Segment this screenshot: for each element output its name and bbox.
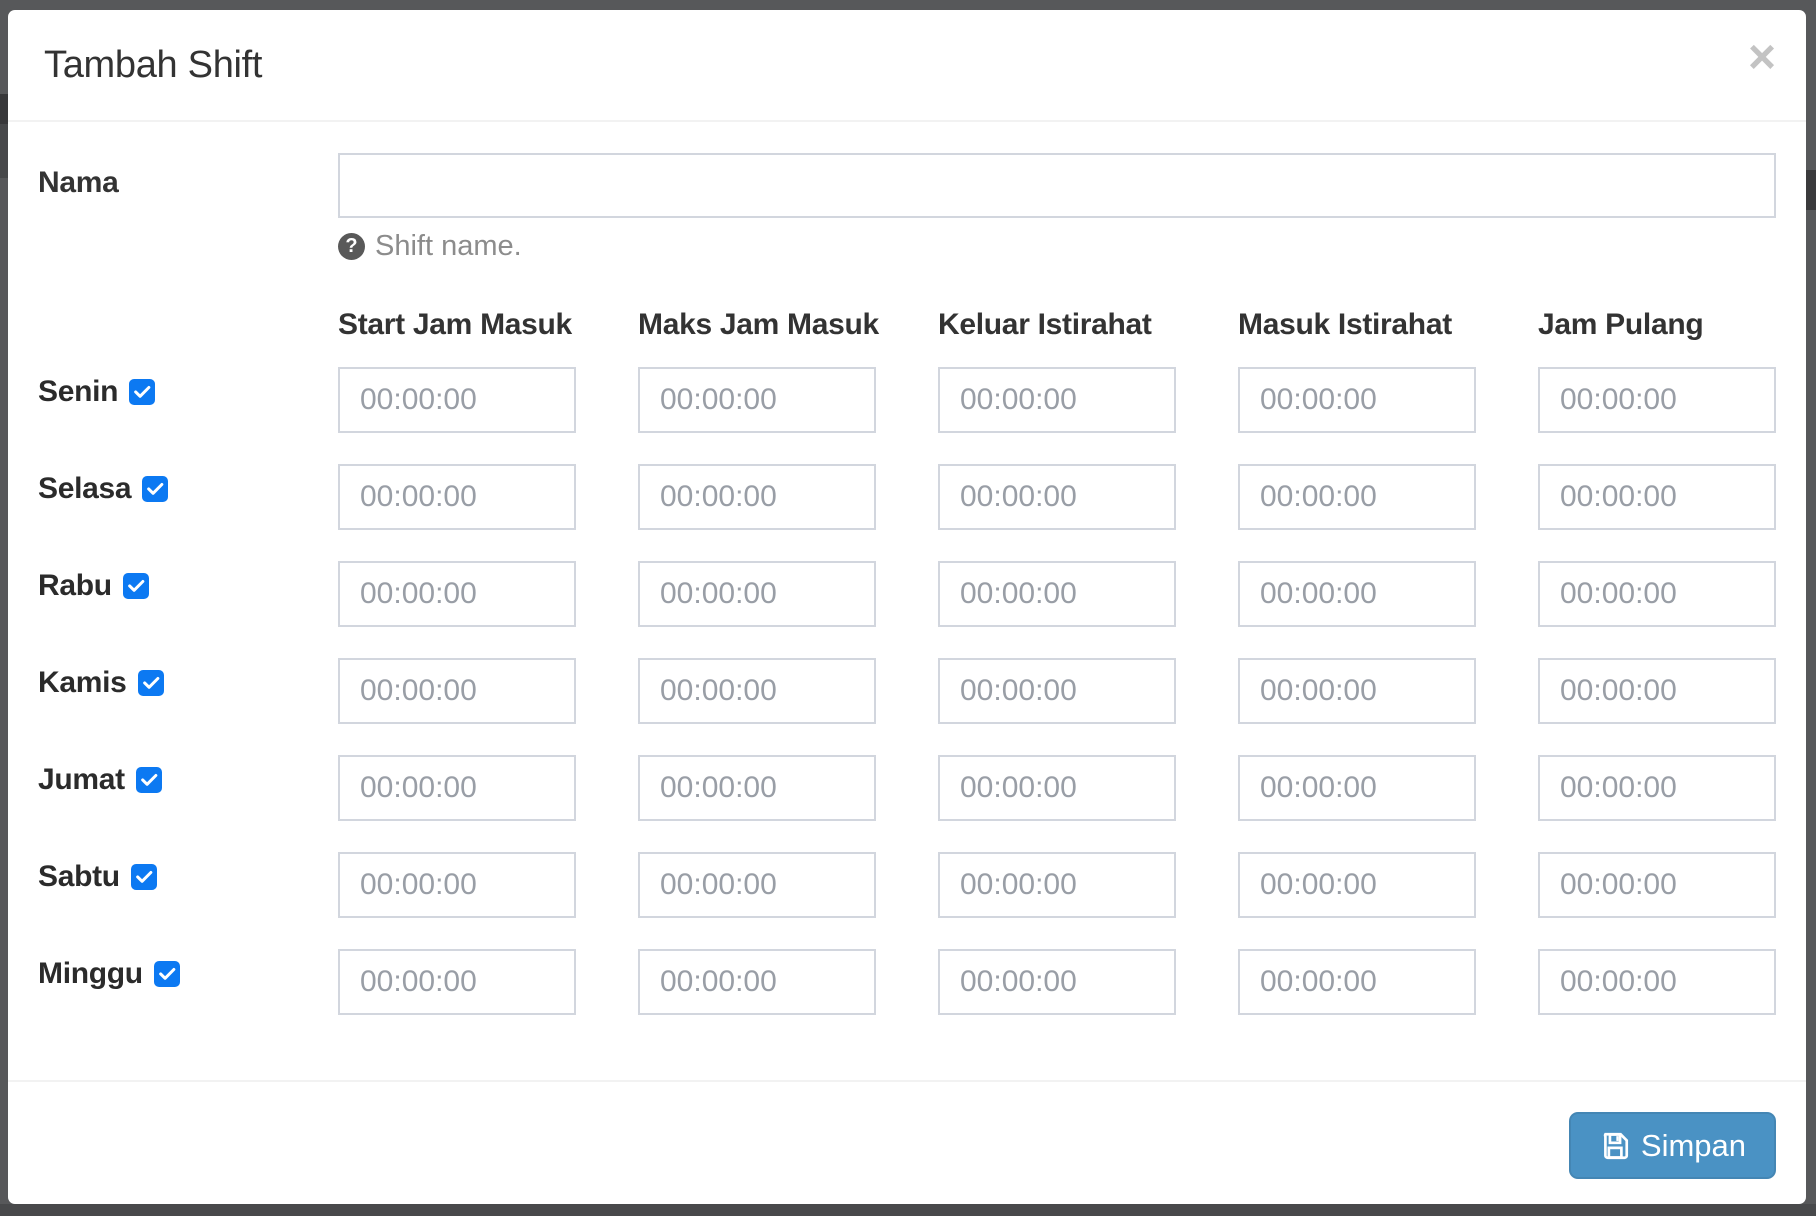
modal-footer: Simpan: [8, 1080, 1806, 1209]
time-input[interactable]: [1538, 658, 1776, 724]
day-label: Sabtu: [38, 860, 120, 894]
day-checkbox[interactable]: [142, 476, 168, 502]
check-icon: [157, 964, 177, 984]
check-icon: [126, 576, 146, 596]
time-input[interactable]: [638, 755, 876, 821]
time-input[interactable]: [338, 464, 576, 530]
day-checkbox[interactable]: [136, 767, 162, 793]
name-form-row: Nama ? Shift name.: [38, 153, 1776, 263]
nama-field-wrap: ? Shift name.: [338, 153, 1776, 263]
time-input[interactable]: [338, 852, 576, 918]
time-input[interactable]: [338, 561, 576, 627]
nama-label: Nama: [38, 153, 338, 263]
floppy-disk-icon: [1599, 1130, 1631, 1162]
time-input[interactable]: [938, 561, 1176, 627]
time-input[interactable]: [1538, 852, 1776, 918]
time-input[interactable]: [1238, 755, 1476, 821]
time-input[interactable]: [638, 852, 876, 918]
time-input[interactable]: [1538, 561, 1776, 627]
day-row: Selasa: [38, 464, 1776, 530]
day-label: Senin: [38, 375, 118, 409]
question-circle-icon: ?: [338, 233, 365, 260]
time-input[interactable]: [1238, 367, 1476, 433]
day-row: Rabu: [38, 561, 1776, 627]
close-icon[interactable]: ×: [1748, 34, 1776, 82]
day-label: Rabu: [38, 569, 112, 603]
day-cell: Senin: [38, 367, 276, 409]
col-header-jam-pulang: Jam Pulang: [1538, 307, 1776, 343]
simpan-button-label: Simpan: [1641, 1128, 1746, 1164]
day-checkbox[interactable]: [131, 864, 157, 890]
check-icon: [139, 770, 159, 790]
page-behind-fragment: [0, 124, 8, 178]
day-row: Jumat: [38, 755, 1776, 821]
day-cell: Selasa: [38, 464, 276, 506]
time-input[interactable]: [938, 658, 1176, 724]
time-input[interactable]: [938, 367, 1176, 433]
page-behind-fragment: [0, 94, 8, 124]
modal-body: Nama ? Shift name. Start Jam Masuk Maks …: [8, 122, 1806, 1015]
page-behind-fragment: [1806, 170, 1816, 210]
check-icon: [141, 673, 161, 693]
time-input[interactable]: [338, 949, 576, 1015]
time-input[interactable]: [638, 561, 876, 627]
simpan-button[interactable]: Simpan: [1569, 1112, 1776, 1179]
day-label: Kamis: [38, 666, 127, 700]
help-block: ? Shift name.: [338, 230, 1776, 263]
day-cell: Jumat: [38, 755, 276, 797]
day-row: Senin: [38, 367, 1776, 433]
day-checkbox[interactable]: [123, 573, 149, 599]
day-checkbox[interactable]: [154, 961, 180, 987]
check-icon: [132, 382, 152, 402]
day-cell: Minggu: [38, 949, 276, 991]
col-header-masuk-istirahat: Masuk Istirahat: [1238, 307, 1476, 343]
day-label: Jumat: [38, 763, 125, 797]
time-input[interactable]: [1238, 464, 1476, 530]
day-label: Minggu: [38, 957, 143, 991]
time-input[interactable]: [638, 464, 876, 530]
modal-title: Tambah Shift: [44, 44, 262, 87]
day-label: Selasa: [38, 472, 131, 506]
day-cell: Rabu: [38, 561, 276, 603]
time-input[interactable]: [938, 464, 1176, 530]
time-input[interactable]: [1238, 852, 1476, 918]
modal-header: Tambah Shift ×: [8, 10, 1806, 122]
check-icon: [134, 867, 154, 887]
modal-backdrop: Tambah Shift × Nama ? Shift name. Start …: [0, 0, 1816, 1216]
time-input[interactable]: [1238, 561, 1476, 627]
time-input[interactable]: [1238, 949, 1476, 1015]
time-input[interactable]: [638, 658, 876, 724]
column-header-row: Start Jam Masuk Maks Jam Masuk Keluar Is…: [38, 307, 1776, 343]
day-checkbox[interactable]: [129, 379, 155, 405]
day-column-spacer: [38, 307, 276, 343]
time-input[interactable]: [638, 367, 876, 433]
col-header-start-jam-masuk: Start Jam Masuk: [338, 307, 576, 343]
day-checkbox[interactable]: [138, 670, 164, 696]
day-cell: Sabtu: [38, 852, 276, 894]
check-icon: [145, 479, 165, 499]
day-row: Kamis: [38, 658, 1776, 724]
time-input[interactable]: [638, 949, 876, 1015]
day-cell: Kamis: [38, 658, 276, 700]
time-input[interactable]: [938, 852, 1176, 918]
tambah-shift-modal: Tambah Shift × Nama ? Shift name. Start …: [8, 10, 1806, 1204]
day-row: Minggu: [38, 949, 1776, 1015]
time-input[interactable]: [1538, 949, 1776, 1015]
time-input[interactable]: [938, 755, 1176, 821]
col-header-maks-jam-masuk: Maks Jam Masuk: [638, 307, 876, 343]
time-input[interactable]: [1538, 367, 1776, 433]
time-input[interactable]: [1538, 755, 1776, 821]
time-input[interactable]: [338, 367, 576, 433]
time-input[interactable]: [1238, 658, 1476, 724]
day-row: Sabtu: [38, 852, 1776, 918]
time-input[interactable]: [338, 658, 576, 724]
help-text: Shift name.: [375, 230, 522, 263]
time-input[interactable]: [338, 755, 576, 821]
col-header-keluar-istirahat: Keluar Istirahat: [938, 307, 1176, 343]
shift-name-input[interactable]: [338, 153, 1776, 218]
day-rows: Senin Selasa: [38, 367, 1776, 1015]
time-input[interactable]: [1538, 464, 1776, 530]
time-input[interactable]: [938, 949, 1176, 1015]
